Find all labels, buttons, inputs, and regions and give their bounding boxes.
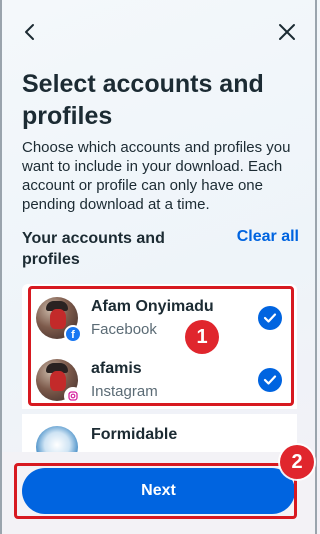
accounts-card: f Afam Onyimadu Facebook afamis Instagra…: [22, 284, 297, 409]
top-bar: [0, 14, 317, 50]
checkmark-icon[interactable]: [258, 368, 282, 392]
account-row-facebook[interactable]: f Afam Onyimadu Facebook: [22, 288, 297, 350]
facebook-icon: f: [64, 325, 82, 343]
avatar: f: [36, 297, 82, 343]
avatar: [36, 359, 82, 405]
section-title: Your accounts and profiles: [22, 230, 165, 268]
checkmark-icon[interactable]: [258, 306, 282, 330]
account-platform: Instagram: [91, 383, 158, 400]
close-icon: [279, 24, 295, 40]
next-button[interactable]: Next: [22, 468, 295, 514]
page-title: Select accounts and profiles: [22, 70, 264, 130]
clear-all-button[interactable]: Clear all: [237, 228, 299, 246]
annotation-marker-1: 1: [185, 320, 219, 354]
account-row-instagram[interactable]: afamis Instagram: [22, 350, 297, 412]
page-description: Choose which accounts and profiles you w…: [22, 139, 291, 213]
annotation-marker-2: 2: [280, 445, 314, 479]
account-name: afamis: [91, 360, 142, 377]
chevron-left-icon: [25, 24, 34, 40]
account-name: Afam Onyimadu: [91, 298, 214, 315]
close-button[interactable]: [269, 14, 305, 50]
back-button[interactable]: [12, 14, 48, 50]
instagram-icon: [64, 387, 82, 405]
account-platform: Facebook: [91, 321, 157, 338]
account-name: Formidable: [91, 426, 178, 443]
